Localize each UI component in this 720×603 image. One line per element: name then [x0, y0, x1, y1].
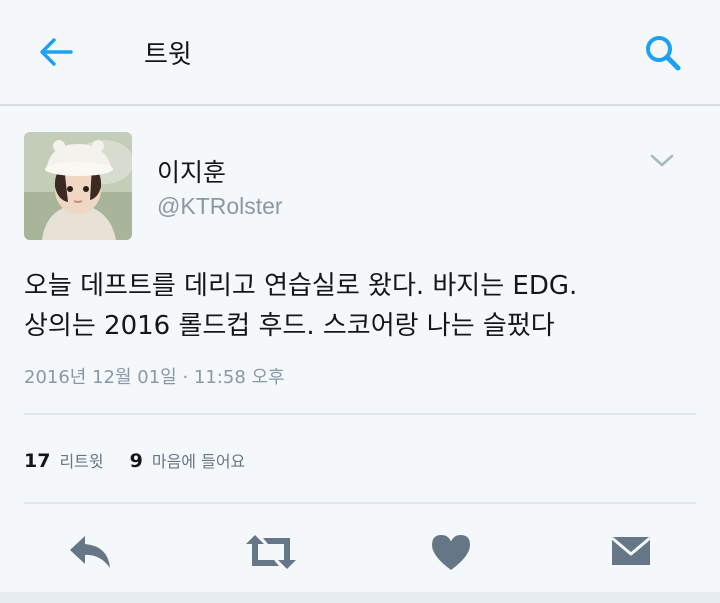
profile-photo — [24, 132, 132, 240]
chevron-down-icon — [650, 154, 674, 167]
back-button[interactable] — [36, 34, 76, 70]
avatar[interactable] — [24, 132, 132, 240]
divider — [24, 413, 696, 415]
tweet-stats: 17 리트윗 9 마음에 들어요 — [24, 448, 245, 474]
reply-button[interactable] — [62, 526, 118, 578]
tweet-timestamp: 2016년 12월 01일 · 11:58 오후 — [24, 367, 285, 388]
bottom-edge — [0, 592, 720, 603]
retweet-count[interactable]: 17 — [24, 450, 50, 472]
display-name[interactable]: 이지훈 — [157, 153, 226, 189]
direct-message-button[interactable] — [604, 526, 658, 578]
arrow-left-icon — [40, 38, 73, 66]
action-bar — [0, 526, 720, 582]
page-title: 트윗 — [144, 40, 192, 70]
like-count[interactable]: 9 — [130, 450, 143, 472]
like-button[interactable] — [426, 526, 476, 578]
reply-icon — [70, 536, 110, 568]
heart-icon — [432, 535, 470, 570]
like-label[interactable]: 마음에 들어요 — [152, 448, 245, 472]
tweet-menu-button[interactable] — [648, 150, 676, 172]
direct-message-icon — [611, 536, 651, 565]
tweet-text: 오늘 데프트를 데리고 연습실로 왔다. 바지는 EDG. 상의는 2016 롤… — [24, 266, 704, 346]
retweet-button[interactable] — [240, 526, 302, 578]
search-icon — [646, 36, 681, 71]
retweet-icon — [246, 535, 296, 569]
divider — [24, 502, 696, 504]
retweet-label[interactable]: 리트윗 — [59, 448, 103, 472]
tweet-text-line: 오늘 데프트를 데리고 연습실로 왔다. 바지는 EDG. — [24, 271, 578, 301]
user-handle[interactable]: @KTRolster — [157, 193, 283, 220]
search-button[interactable] — [642, 32, 684, 74]
tweet-text-line: 상의는 2016 롤드컵 후드. 스코어랑 나는 슬펐다 — [24, 311, 555, 341]
top-bar: 트윗 — [0, 0, 720, 106]
